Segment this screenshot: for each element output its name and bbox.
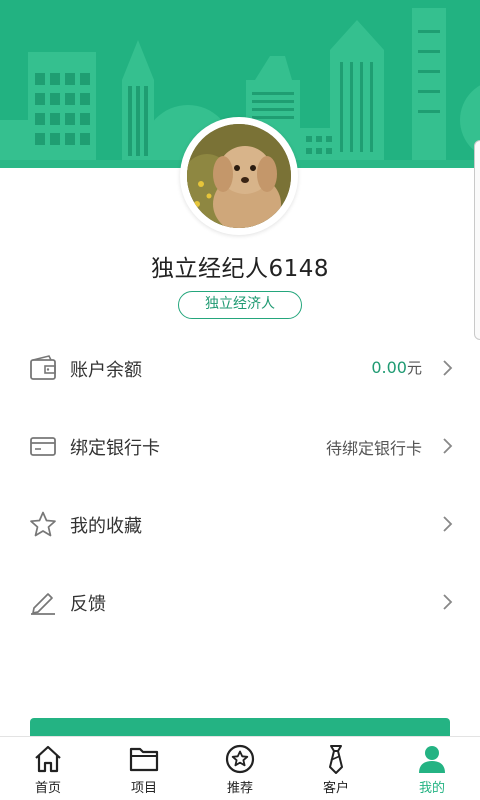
recommend-star-icon — [225, 744, 255, 774]
folder-icon — [129, 747, 159, 772]
balance-value: 0.00元 — [371, 357, 422, 378]
balance-unit: 元 — [406, 359, 422, 377]
nav-item-mine[interactable]: 我的 — [384, 737, 480, 800]
scroll-edge-handle — [474, 140, 480, 340]
wallet-icon — [30, 355, 56, 380]
avatar-image — [187, 124, 291, 228]
primary-action-button[interactable] — [30, 718, 450, 738]
menu-item-favorites[interactable]: 我的收藏 — [0, 494, 480, 554]
chevron-right-icon — [443, 438, 453, 454]
chevron-right-icon — [443, 516, 453, 532]
chevron-right-icon — [443, 360, 453, 376]
nav-item-recommend[interactable]: 推荐 — [192, 737, 288, 800]
edit-icon — [31, 593, 55, 615]
nav-label-clients: 客户 — [322, 781, 349, 796]
nav-label-home: 首页 — [34, 781, 61, 796]
nav-label-mine: 我的 — [418, 781, 445, 796]
chevron-right-icon — [443, 594, 453, 610]
home-icon — [35, 745, 61, 773]
bottom-nav: 首页 项目 推荐 客户 我的 — [0, 736, 480, 800]
person-icon — [419, 746, 445, 773]
role-badge: 独立经济人 — [178, 291, 302, 319]
username: 独立经纪人6148 — [150, 256, 330, 282]
nav-label-projects: 项目 — [130, 781, 157, 796]
menu-label-bank-card: 绑定银行卡 — [70, 438, 160, 459]
nav-item-clients[interactable]: 客户 — [288, 737, 384, 800]
bank-card-icon — [30, 437, 56, 456]
avatar[interactable] — [180, 117, 298, 235]
nav-item-projects[interactable]: 项目 — [96, 737, 192, 800]
client-tie-icon — [329, 745, 343, 774]
star-icon — [30, 511, 56, 537]
menu-item-bank-card[interactable]: 绑定银行卡 待绑定银行卡 — [0, 416, 480, 476]
nav-item-home[interactable]: 首页 — [0, 737, 96, 800]
menu-label-favorites: 我的收藏 — [70, 516, 142, 537]
profile-page: 独立经纪人6148 独立经济人 账户余额 0.00元 绑定银行卡 待绑定银行卡 — [0, 0, 480, 800]
menu-item-balance[interactable]: 账户余额 0.00元 — [0, 338, 480, 398]
balance-amount: 0.00 — [371, 358, 407, 377]
nav-label-recommend: 推荐 — [226, 781, 253, 796]
bank-card-status: 待绑定银行卡 — [325, 439, 422, 458]
menu-label-feedback: 反馈 — [70, 594, 106, 615]
menu-label-balance: 账户余额 — [70, 360, 142, 381]
menu-item-feedback[interactable]: 反馈 — [0, 572, 480, 632]
